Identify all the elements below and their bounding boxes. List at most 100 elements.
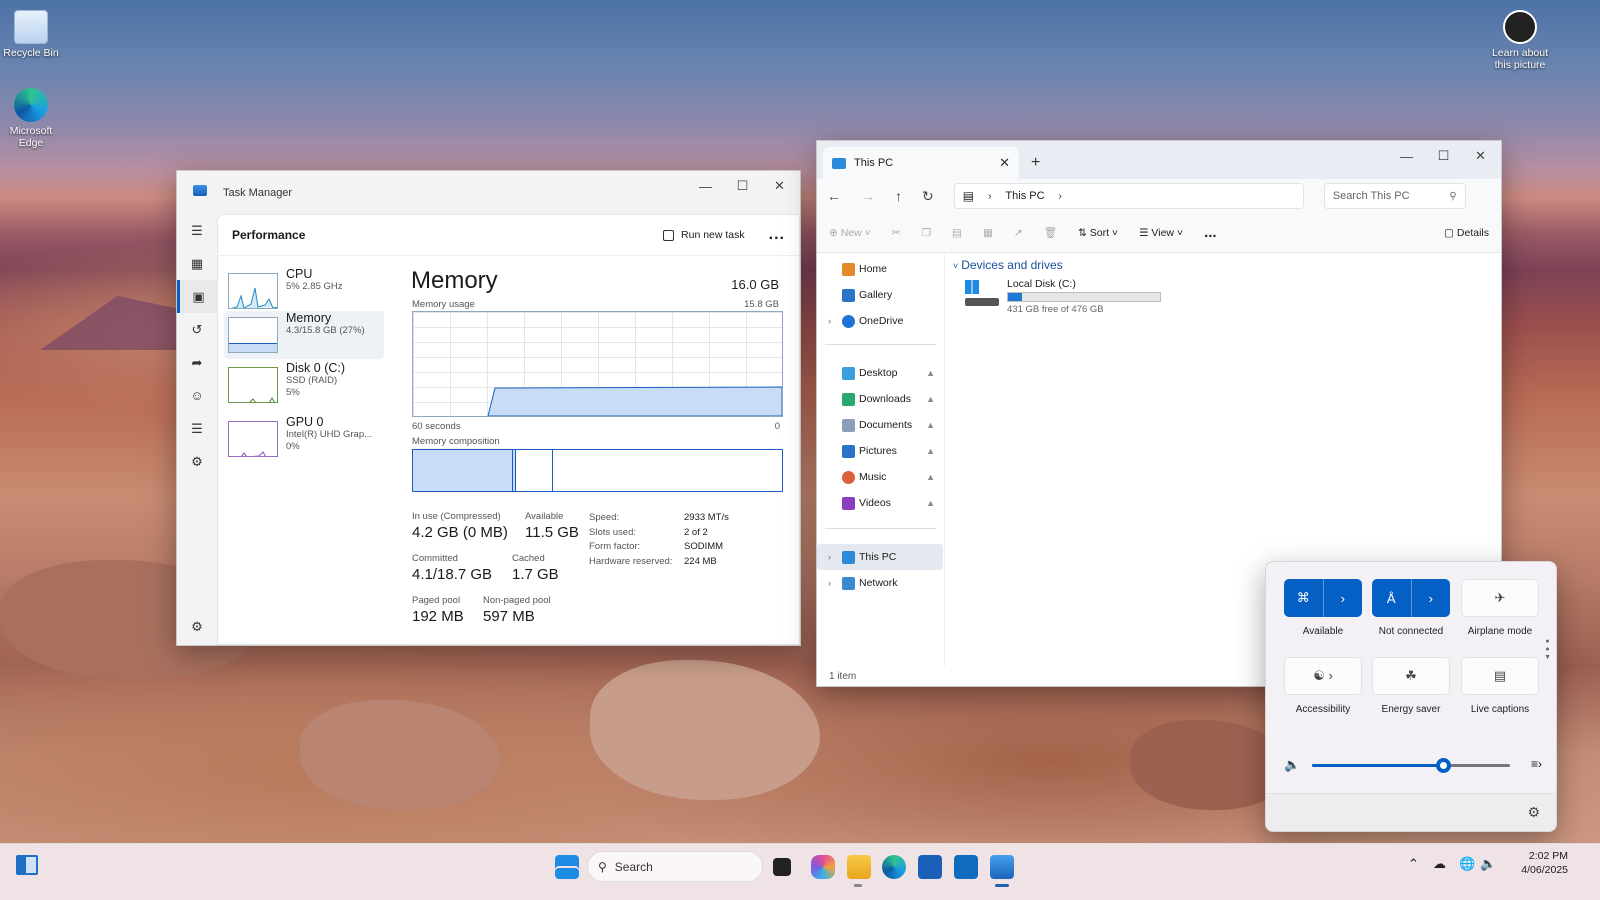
maximize-button[interactable]: ☐: [1425, 141, 1462, 171]
forward-arrow-icon[interactable]: →: [861, 188, 875, 204]
bluetooth-icon[interactable]: Å: [1372, 579, 1411, 617]
airplane-mode-tile[interactable]: ✈: [1461, 579, 1539, 617]
address-bar[interactable]: ▤ › This PC ›: [953, 183, 1304, 209]
up-arrow-icon[interactable]: ↑: [895, 188, 902, 204]
details-pane-button[interactable]: ▢ Details: [1444, 227, 1489, 239]
back-arrow-icon[interactable]: ←: [827, 188, 841, 204]
file-explorer-taskbar-icon[interactable]: [847, 855, 871, 879]
task-manager-taskbar-icon[interactable]: [990, 855, 1014, 879]
perf-item-gpu[interactable]: GPU 0 Intel(R) UHD Grap... 0%: [224, 415, 384, 467]
perf-item-disk[interactable]: Disk 0 (C:) SSD (RAID) 5%: [224, 361, 384, 413]
users-icon[interactable]: ☺: [177, 379, 217, 412]
refresh-icon[interactable]: ↻: [922, 188, 934, 205]
bluetooth-expand-chevron-icon[interactable]: ›: [1410, 579, 1451, 617]
network-globe-icon[interactable]: 🌐: [1459, 856, 1475, 872]
close-button[interactable]: ✕: [761, 171, 798, 201]
view-label: View: [1151, 226, 1174, 239]
rename-icon[interactable]: ▦: [983, 227, 993, 239]
live-captions-tile[interactable]: ▤: [1461, 657, 1539, 695]
search-input[interactable]: Search This PC ⚲: [1323, 183, 1466, 209]
perf-item-memory[interactable]: Memory 4.3/15.8 GB (27%): [224, 311, 384, 359]
details-icon[interactable]: ☰: [177, 412, 217, 445]
settings-gear-icon[interactable]: ⚙: [1527, 804, 1540, 821]
task-manager-titlebar[interactable]: Task Manager — ☐ ✕: [177, 171, 800, 214]
close-button[interactable]: ✕: [1462, 141, 1499, 171]
copy-icon[interactable]: ❐: [922, 227, 931, 239]
services-icon[interactable]: ⚙: [177, 445, 217, 478]
run-new-task-button[interactable]: Run new task: [663, 229, 745, 241]
minimize-button[interactable]: —: [1388, 141, 1425, 171]
accessibility-tile[interactable]: ☯ ›: [1284, 657, 1362, 695]
bluetooth-tile[interactable]: Å ›: [1372, 579, 1450, 617]
sort-button[interactable]: ⇅ Sort ˅: [1078, 227, 1118, 239]
drive-item-c[interactable]: Local Disk (C:) 431 GB free of 476 GB: [963, 278, 1163, 320]
expand-chevron-icon[interactable]: ›: [817, 578, 842, 588]
breadcrumb-chevron-icon[interactable]: ›: [1059, 191, 1062, 202]
performance-icon[interactable]: ▣: [177, 280, 217, 313]
desktop-icon-learn-about-picture[interactable]: Learn about this picture: [1489, 10, 1551, 71]
copilot-icon[interactable]: [811, 855, 835, 879]
settings-icon[interactable]: ⚙: [177, 610, 217, 643]
nav-item-documents[interactable]: Documents ▲: [817, 412, 943, 438]
nav-item-desktop[interactable]: Desktop ▲: [817, 360, 943, 386]
edge-taskbar-icon[interactable]: [882, 855, 906, 879]
cut-icon[interactable]: ✂: [892, 227, 901, 239]
explorer-tab[interactable]: This PC ✕: [823, 147, 1019, 179]
nav-item-music[interactable]: Music ▲: [817, 464, 943, 490]
new-button[interactable]: ⊕ New ˅: [829, 227, 871, 239]
energy-saver-tile[interactable]: ☘: [1372, 657, 1450, 695]
desktop-icon-microsoft-edge[interactable]: Microsoft Edge: [0, 88, 62, 149]
expand-chevron-icon[interactable]: ›: [817, 316, 842, 326]
nav-item-gallery[interactable]: Gallery: [817, 282, 943, 308]
perf-item-cpu[interactable]: CPU 5% 2.85 GHz: [224, 267, 384, 315]
task-view-icon[interactable]: [773, 858, 791, 876]
stat-label: Paged pool: [412, 595, 461, 606]
outlook-icon[interactable]: [954, 855, 978, 879]
more-options-button[interactable]: ...: [1204, 224, 1217, 241]
wifi-expand-chevron-icon[interactable]: ›: [1322, 579, 1363, 617]
expand-chevron-icon[interactable]: ›: [817, 552, 842, 562]
volume-slider[interactable]: [1312, 758, 1510, 773]
nav-item-this-pc[interactable]: › This PC: [817, 544, 943, 570]
nav-item-onedrive[interactable]: › OneDrive: [817, 308, 943, 334]
nav-item-home[interactable]: Home: [817, 256, 943, 282]
share-icon[interactable]: ↗: [1014, 227, 1023, 239]
volume-slider-thumb[interactable]: [1435, 758, 1451, 773]
speaker-icon[interactable]: 🔈: [1284, 757, 1300, 773]
breadcrumb-this-pc[interactable]: This PC: [1005, 190, 1044, 202]
wifi-tile[interactable]: ⌘ ›: [1284, 579, 1362, 617]
app-history-icon[interactable]: ↺: [177, 313, 217, 346]
new-tab-button[interactable]: +: [1031, 154, 1040, 172]
taskbar-clock[interactable]: 2:02 PM 4/06/2025: [1521, 849, 1568, 877]
wifi-icon[interactable]: ⌘: [1284, 579, 1323, 617]
show-hidden-icons-chevron-icon[interactable]: ⌃: [1408, 856, 1419, 872]
hamburger-menu-icon[interactable]: ☰: [177, 214, 217, 247]
page-dots[interactable]: ● ● ▼: [1544, 638, 1551, 662]
maximize-button[interactable]: ☐: [724, 171, 761, 201]
audio-output-icon[interactable]: ≡›: [1531, 757, 1542, 771]
volume-icon[interactable]: 🔈: [1480, 856, 1496, 872]
cloud-offline-icon[interactable]: ☁: [1433, 856, 1446, 872]
startup-apps-icon[interactable]: ➦: [177, 346, 217, 379]
nav-item-downloads[interactable]: Downloads ▲: [817, 386, 943, 412]
nav-item-network[interactable]: › Network: [817, 570, 943, 596]
group-header-devices[interactable]: ˅ Devices and drives: [953, 258, 1063, 272]
delete-icon[interactable]: 🗑: [1044, 226, 1057, 239]
show-desktop-widgets-icon[interactable]: [16, 855, 38, 875]
graph-axis-left: 60 seconds: [412, 421, 461, 432]
microsoft-store-icon[interactable]: [918, 855, 942, 879]
paste-icon[interactable]: ▤: [952, 227, 962, 239]
close-tab-icon[interactable]: ✕: [999, 155, 1010, 171]
start-button[interactable]: [555, 855, 579, 879]
active-app-indicator: [995, 884, 1009, 887]
stat-label: Cached: [512, 553, 545, 564]
taskbar-search-box[interactable]: ⚲ Search: [587, 851, 763, 882]
minimize-button[interactable]: —: [687, 171, 724, 201]
nav-item-videos[interactable]: Videos ▲: [817, 490, 943, 516]
desktop-icon-recycle-bin[interactable]: Recycle Bin: [0, 10, 62, 59]
nav-item-pictures[interactable]: Pictures ▲: [817, 438, 943, 464]
more-options-button[interactable]: ...: [769, 226, 785, 244]
view-button[interactable]: ☰ View ˅: [1139, 227, 1183, 239]
processes-icon[interactable]: ▦: [177, 247, 217, 280]
documents-icon: [842, 418, 855, 432]
